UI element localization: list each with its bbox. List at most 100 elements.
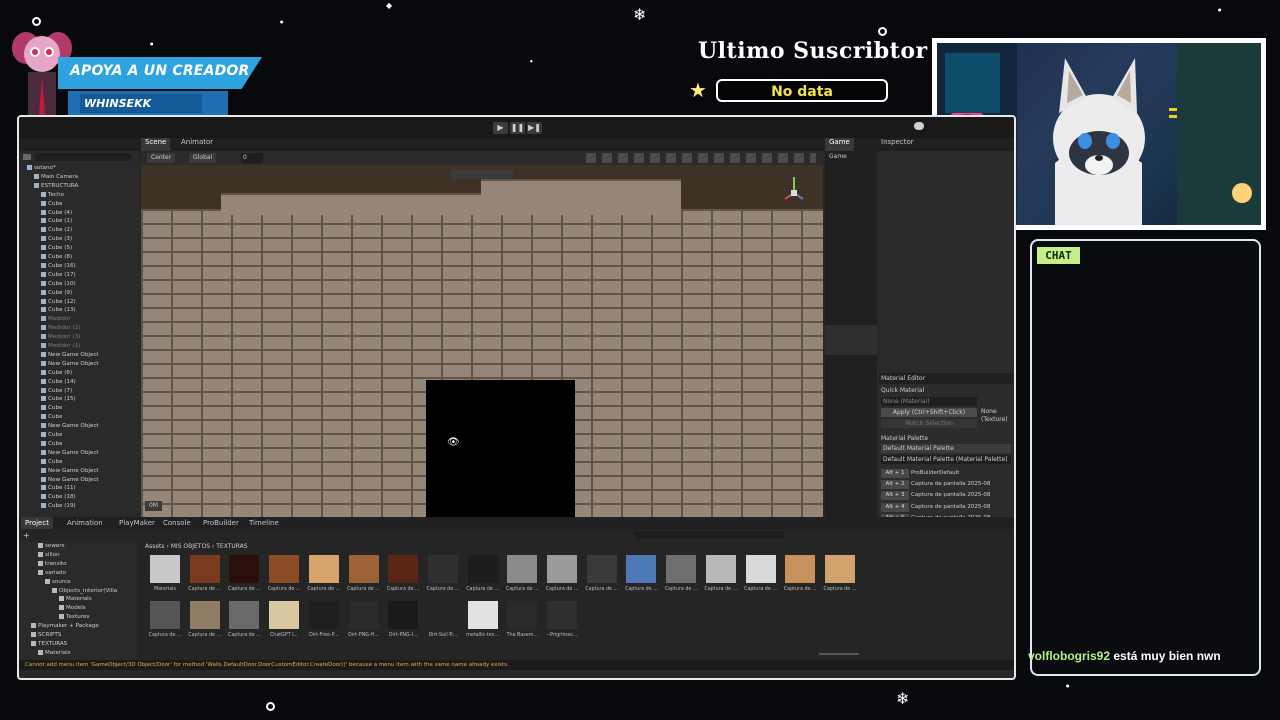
hierarchy-item[interactable]: Cube (19): [41, 503, 76, 509]
hierarchy-item[interactable]: Cube (17): [41, 271, 76, 278]
hierarchy-item[interactable]: ESTRUCTURA: [34, 182, 78, 189]
zoom-slider[interactable]: [819, 653, 859, 655]
project-folder[interactable]: TEXTURAS: [31, 640, 67, 647]
material-slot[interactable]: Alt + 4 Captura de pantalla 2025-08: [881, 502, 1014, 513]
console-status-bar[interactable]: Cannot add menu item 'GameObject/3D Obje…: [19, 660, 1014, 670]
hierarchy-item[interactable]: Cube (6): [41, 369, 72, 376]
hierarchy-item[interactable]: Cube (8): [41, 254, 72, 260]
cloud-icon[interactable]: [914, 122, 924, 130]
project-folder[interactable]: Models: [59, 605, 86, 611]
asset-item[interactable]: metallic-tex...: [465, 601, 501, 653]
asset-item[interactable]: Captura de ...: [346, 555, 382, 607]
asset-item[interactable]: Captura de ...: [743, 555, 779, 607]
hierarchy-item[interactable]: New Game Object: [41, 423, 99, 429]
hierarchy-item[interactable]: Cube (4): [41, 209, 72, 216]
project-folder[interactable]: Objects_interior(Villa: [52, 587, 117, 594]
project-folder[interactable]: Textures: [59, 614, 89, 620]
asset-item[interactable]: Captura de ...: [504, 555, 540, 607]
asset-item[interactable]: Captura de ...: [187, 601, 223, 653]
hierarchy-item[interactable]: Cube (3): [41, 236, 72, 242]
hierarchy-item[interactable]: Cube (11): [41, 485, 76, 491]
hierarchy-item[interactable]: New Game Object: [41, 360, 99, 367]
add-asset-icon[interactable]: +: [23, 531, 30, 540]
material-slot[interactable]: Alt + 3 Captura de pantalla 2025-08: [881, 491, 1014, 501]
asset-item[interactable]: Captura de ...: [544, 555, 580, 607]
snap-input[interactable]: 0: [241, 153, 263, 163]
hierarchy-item[interactable]: Main Camera: [34, 173, 78, 180]
hierarchy-item[interactable]: Cube: [41, 432, 62, 438]
hierarchy-item[interactable]: Cube: [41, 458, 62, 465]
hierarchy-item[interactable]: Cube (14): [41, 378, 76, 385]
asset-item[interactable]: Captura de ...: [465, 555, 501, 607]
breadcrumb-item[interactable]: Assets: [145, 543, 165, 550]
quick-material-field[interactable]: None (Material): [881, 397, 977, 406]
palette-object-field[interactable]: Default Material Palette (Material Palet…: [881, 455, 1011, 464]
hierarchy-item[interactable]: Techo: [41, 191, 64, 198]
project-folder[interactable]: SCRIPTS: [31, 632, 61, 638]
tab-project[interactable]: Project: [21, 517, 53, 529]
hierarchy-search-input[interactable]: [35, 153, 131, 161]
hierarchy-item[interactable]: Cube (9): [41, 289, 72, 296]
hierarchy-item[interactable]: Cube (7): [41, 387, 72, 394]
hierarchy-item[interactable]: Cube: [41, 414, 62, 420]
hierarchy-item[interactable]: Cube (2): [41, 227, 72, 233]
asset-item[interactable]: Dirt-Soil-Tr...: [425, 601, 461, 653]
asset-item[interactable]: Captura de ...: [306, 555, 342, 607]
asset-item[interactable]: --Prigrimas...: [544, 601, 580, 653]
match-selection-button[interactable]: Match Selection: [881, 419, 977, 428]
asset-item[interactable]: Captura de ...: [703, 555, 739, 607]
asset-item[interactable]: Captura de ...: [623, 555, 659, 607]
hierarchy-item[interactable]: Medidor: [41, 316, 71, 322]
pause-button[interactable]: ❚❚: [510, 122, 525, 134]
asset-item[interactable]: Captura de ...: [147, 601, 183, 653]
tab-scene[interactable]: Scene: [141, 138, 171, 151]
hierarchy-item[interactable]: Medidor (1): [41, 343, 80, 349]
project-folder[interactable]: source: [45, 578, 71, 585]
hierarchy-item[interactable]: Cube (18): [41, 494, 76, 500]
asset-item[interactable]: Captura de ...: [663, 555, 699, 607]
asset-item[interactable]: Captura de ...: [187, 555, 223, 607]
hierarchy-item[interactable]: Cube (16): [41, 262, 76, 269]
project-folder[interactable]: Materials: [59, 596, 92, 602]
material-slot[interactable]: Alt + 2 Captura de pantalla 2025-08: [881, 480, 1014, 490]
hierarchy-item[interactable]: Cube (1): [41, 218, 72, 224]
hierarchy-item[interactable]: Cube (13): [41, 307, 76, 313]
project-folder[interactable]: Materials: [38, 649, 71, 656]
hierarchy-item[interactable]: Cube (15): [41, 396, 76, 402]
project-folder[interactable]: variado: [38, 569, 66, 576]
project-folder[interactable]: sillon: [38, 551, 60, 558]
asset-item[interactable]: Captura de ...: [226, 555, 262, 607]
hierarchy-item[interactable]: Medidor (3): [41, 334, 80, 340]
add-icon[interactable]: [23, 154, 31, 160]
asset-item[interactable]: Captura de ...: [782, 555, 818, 607]
asset-item[interactable]: Captura de ...: [425, 555, 461, 607]
asset-item[interactable]: The Basem...: [504, 601, 540, 653]
asset-item[interactable]: Captura de ...: [226, 601, 262, 653]
tab-playmaker[interactable]: PlayMaker: [115, 517, 159, 529]
pivot-dropdown[interactable]: Center: [147, 153, 176, 163]
hierarchy-item[interactable]: Cube: [41, 405, 62, 411]
asset-item[interactable]: Captura de ...: [822, 555, 858, 607]
breadcrumb-item[interactable]: MIS OBJETOS: [171, 543, 210, 550]
asset-item[interactable]: Dirt-Free-P...: [306, 601, 342, 653]
hierarchy-item[interactable]: Cube (12): [41, 298, 76, 305]
tool-overlay[interactable]: [451, 169, 513, 179]
apply-button[interactable]: Apply (Ctrl+Shift+Click): [881, 408, 977, 417]
scene-view[interactable]: 👁 0M: [141, 165, 823, 517]
hierarchy-item[interactable]: Cube: [41, 440, 62, 447]
play-button[interactable]: ▶: [493, 122, 508, 134]
project-folder[interactable]: Playmaker + Package: [31, 623, 99, 629]
asset-item[interactable]: Captura de ...: [584, 555, 620, 607]
palette-dropdown[interactable]: Default Material Palette: [881, 444, 1011, 453]
hierarchy-item[interactable]: New Game Object: [41, 351, 99, 358]
project-folder[interactable]: transito: [38, 560, 67, 567]
texture-field[interactable]: None (Texture): [981, 408, 1011, 424]
tab-probuilder[interactable]: ProBuilder: [199, 517, 243, 529]
scene-badge[interactable]: 0M: [145, 501, 162, 511]
space-dropdown[interactable]: Global: [189, 153, 217, 163]
game-display-dropdown[interactable]: Game: [829, 153, 847, 160]
tab-animation[interactable]: Animation: [63, 517, 107, 529]
breadcrumb-item[interactable]: TEXTURAS: [216, 543, 247, 550]
hierarchy-item[interactable]: New Game Object: [41, 476, 99, 483]
asset-item[interactable]: Captura de ...: [266, 555, 302, 607]
